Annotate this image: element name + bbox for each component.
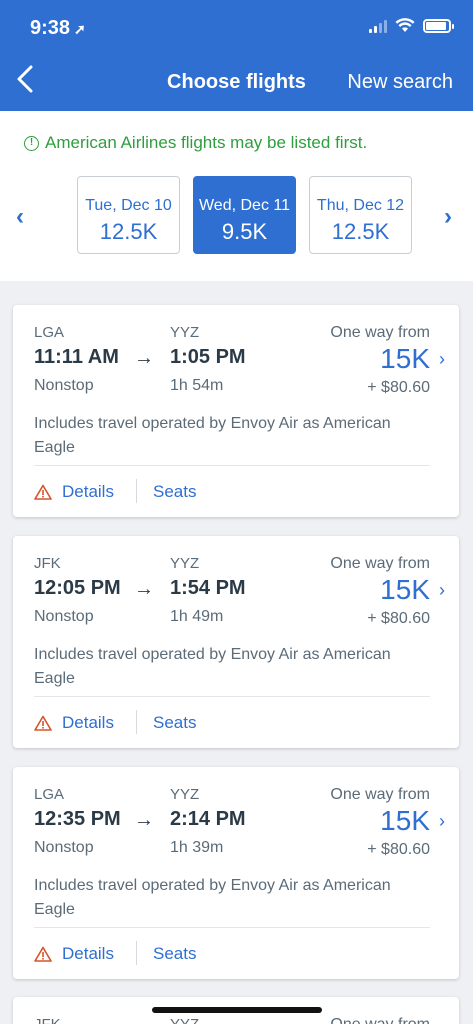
details-label: Details <box>62 713 114 732</box>
one-way-label: One way from <box>330 555 430 572</box>
divider <box>34 927 430 928</box>
price[interactable]: 15K <box>380 805 430 837</box>
details-button[interactable]: Details <box>34 944 114 964</box>
origin-code: LGA <box>34 786 65 803</box>
date-option-thu[interactable]: Thu, Dec 12 12.5K <box>309 176 412 254</box>
warning-icon <box>34 946 52 962</box>
info-icon: ! <box>24 135 39 151</box>
destination-code: YYZ <box>170 786 200 803</box>
chevron-right-icon[interactable]: › <box>439 580 445 601</box>
origin-code: JFK <box>34 555 61 572</box>
depart-time: 12:35 PM <box>34 808 121 830</box>
separator <box>136 710 137 734</box>
duration: 1h 54m <box>170 377 224 394</box>
duration: 1h 49m <box>170 608 224 625</box>
arrow-right-icon: → <box>134 809 154 831</box>
duration: 1h 39m <box>170 839 224 856</box>
date-label: Tue, Dec 10 <box>85 197 172 214</box>
stops: Nonstop <box>34 608 94 625</box>
chevron-right-icon[interactable]: › <box>439 349 445 370</box>
warning-icon <box>34 484 52 500</box>
details-button[interactable]: Details <box>34 713 114 733</box>
separator <box>136 941 137 965</box>
fee: + $80.60 <box>367 841 430 858</box>
date-option-wed-selected[interactable]: Wed, Dec 11 9.5K <box>193 176 296 254</box>
location-arrow-icon: ➚ <box>74 21 86 37</box>
next-date-chevron-icon[interactable]: › <box>444 203 452 231</box>
destination-code: YYZ <box>170 555 200 572</box>
flight-card[interactable]: JFK YYZ One way from 12:05 PM → 1:54 PM … <box>13 536 459 748</box>
operator-note: Includes travel operated by Envoy Air as… <box>34 877 391 918</box>
origin-code: LGA <box>34 324 65 341</box>
divider <box>34 696 430 697</box>
date-option-tue[interactable]: Tue, Dec 10 12.5K <box>77 176 180 254</box>
stops: Nonstop <box>34 377 94 394</box>
previous-date-chevron-icon[interactable]: ‹ <box>16 203 24 231</box>
cellular-signal-icon <box>369 19 387 33</box>
destination-code: YYZ <box>170 324 200 341</box>
date-price: 12.5K <box>331 219 390 244</box>
date-label: Thu, Dec 12 <box>316 197 405 214</box>
arrow-right-icon: → <box>134 578 154 600</box>
date-price: 9.5K <box>221 219 268 244</box>
price[interactable]: 15K <box>380 343 430 375</box>
operator-note: Includes travel operated by Envoy Air as… <box>34 646 391 687</box>
divider <box>34 465 430 466</box>
fee: + $80.60 <box>367 610 430 627</box>
seats-button[interactable]: Seats <box>153 944 196 964</box>
details-label: Details <box>62 482 114 501</box>
destination-code: YYZ <box>170 1016 199 1024</box>
arrive-time: 1:05 PM <box>170 346 246 368</box>
depart-time: 11:11 AM <box>34 346 119 368</box>
separator <box>136 479 137 503</box>
one-way-label: One way from <box>330 1016 430 1024</box>
stops: Nonstop <box>34 839 94 856</box>
new-search-button[interactable]: New search <box>347 71 453 94</box>
operator-note: Includes travel operated by Envoy Air as… <box>34 415 391 456</box>
details-label: Details <box>62 944 114 963</box>
notice-banner: ! American Airlines flights may be liste… <box>24 133 367 153</box>
flight-card[interactable]: LGA YYZ One way from 11:11 AM → 1:05 PM … <box>13 305 459 517</box>
one-way-label: One way from <box>330 324 430 341</box>
origin-code: JFK <box>34 1016 61 1024</box>
seats-button[interactable]: Seats <box>153 482 196 502</box>
fee: + $80.60 <box>367 379 430 396</box>
home-indicator[interactable] <box>152 1007 322 1013</box>
flight-card[interactable]: LGA YYZ One way from 12:35 PM → 2:14 PM … <box>13 767 459 979</box>
chevron-right-icon[interactable]: › <box>439 811 445 832</box>
details-button[interactable]: Details <box>34 482 114 502</box>
warning-icon <box>34 715 52 731</box>
arrive-time: 1:54 PM <box>170 577 246 599</box>
top-bar: 9:38 ➚ Choose flights New search <box>0 0 473 111</box>
arrive-time: 2:14 PM <box>170 808 246 830</box>
notice-text: American Airlines flights may be listed … <box>45 133 368 152</box>
date-label: Wed, Dec 11 <box>198 197 290 214</box>
wifi-icon <box>395 18 415 32</box>
depart-time: 12:05 PM <box>34 577 121 599</box>
status-icons <box>369 18 454 33</box>
price[interactable]: 15K <box>380 574 430 606</box>
seats-button[interactable]: Seats <box>153 713 196 733</box>
arrow-right-icon: → <box>134 347 154 369</box>
date-price: 12.5K <box>99 219 158 244</box>
one-way-label: One way from <box>330 786 430 803</box>
battery-icon <box>423 18 454 33</box>
status-time: 9:38 ➚ <box>30 17 86 39</box>
